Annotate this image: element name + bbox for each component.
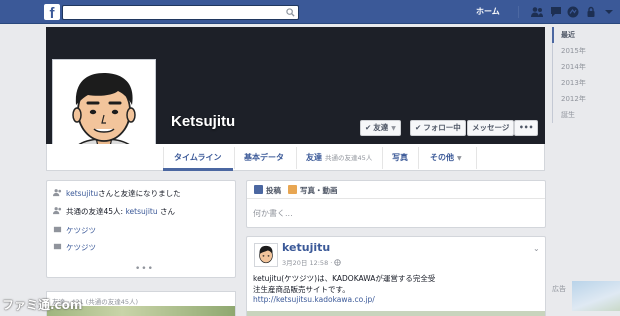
topbar-divider: [518, 6, 519, 18]
globe-icon: [334, 259, 342, 266]
friends-icon: [53, 207, 62, 215]
tab-friends[interactable]: 友達 共通の友達45人: [306, 152, 372, 163]
friend-link[interactable]: ketsujitu: [66, 189, 98, 198]
year-item[interactable]: 2015年: [553, 43, 620, 59]
message-button[interactable]: メッセージ: [467, 120, 515, 136]
following-button-label: フォロー中: [423, 123, 461, 132]
tab-friends-label: 友達: [306, 153, 322, 162]
post-body-line: 注生産商品販売サイトです。: [253, 285, 350, 294]
facebook-logo[interactable]: f: [44, 4, 60, 20]
top-navigation-bar: f ホーム: [0, 0, 620, 24]
check-icon: ✔: [415, 123, 422, 132]
tab-more[interactable]: その他 ▼: [430, 152, 462, 163]
settings-icon[interactable]: [602, 5, 616, 19]
check-icon: ✔: [365, 123, 372, 132]
notifications-icon[interactable]: [566, 5, 580, 19]
year-item[interactable]: 2013年: [553, 75, 620, 91]
activity-liked-page: ケツジツ: [53, 242, 96, 254]
post-link[interactable]: http://ketsujitsu.kadokawa.co.jp/: [253, 295, 375, 304]
post-timestamp[interactable]: 3月20日 12:58 ·: [282, 257, 342, 267]
post-image[interactable]: [247, 311, 545, 316]
search-input[interactable]: [63, 6, 283, 19]
composer-divider: [247, 198, 545, 199]
composer-tab-photo-label: 写真・動画: [300, 186, 338, 195]
chevron-down-icon[interactable]: ⌄: [533, 244, 540, 253]
activity-friendship: ketsujituさんと友達になりました: [53, 188, 181, 200]
tab-more-label: その他: [430, 153, 454, 162]
home-link[interactable]: ホーム: [476, 6, 500, 17]
page-icon: [53, 243, 62, 250]
messages-icon[interactable]: [549, 5, 563, 19]
active-tab-indicator: [163, 168, 233, 171]
friends-button-label: 友達: [373, 123, 389, 132]
tab-divider: [418, 147, 419, 169]
search-box: [62, 5, 299, 20]
timeline-year-list: 最近 2015年 2014年 2013年 2012年 誕生: [552, 27, 620, 123]
privacy-icon[interactable]: [584, 5, 598, 19]
composer-tab-post-label: 投稿: [266, 186, 281, 195]
search-icon[interactable]: [286, 8, 295, 17]
year-item[interactable]: 2014年: [553, 59, 620, 75]
post-date: 3月20日 12:58 ·: [282, 259, 335, 267]
post-author-avatar[interactable]: [254, 243, 278, 267]
watermark: ファミ通.com: [2, 298, 83, 312]
avatar-illustration: [255, 244, 277, 266]
post-author-name[interactable]: ketujitu: [282, 241, 330, 254]
post-body-line: ketujitu(ケツジツ)は、KADOKAWAが運営する完全受: [253, 274, 436, 283]
see-more-button[interactable]: •••: [135, 264, 154, 274]
composer-input[interactable]: 何か書く...: [253, 208, 293, 219]
tab-divider: [163, 147, 164, 169]
chevron-down-icon: ▼: [457, 155, 462, 162]
tab-about[interactable]: 基本データ: [244, 152, 284, 163]
page-icon: [53, 226, 62, 233]
year-item[interactable]: 2012年: [553, 91, 620, 107]
post-body: ketujitu(ケツジツ)は、KADOKAWAが運営する完全受 注生産商品販売サ…: [253, 273, 435, 295]
friendship-text: さんと友達になりました: [98, 189, 181, 198]
mutual-friend-link[interactable]: ketsujitu: [125, 207, 157, 216]
tab-timeline[interactable]: タイムライン: [174, 152, 221, 163]
more-options-button[interactable]: •••: [514, 120, 539, 136]
friends-icon: [53, 189, 62, 197]
page-link[interactable]: ケツジツ: [66, 243, 96, 252]
tab-divider: [296, 147, 297, 169]
mutual-friends-prefix: 共通の友達45人:: [66, 207, 126, 216]
year-item[interactable]: 最近: [552, 27, 620, 43]
tab-divider: [476, 147, 477, 169]
activity-mutual-friends: 共通の友達45人: ketsujitu さん: [53, 206, 175, 218]
photo-icon: [288, 185, 297, 194]
recent-activity-card: ketsujituさんと友達になりました 共通の友達45人: ketsujitu…: [46, 180, 236, 278]
friends-button[interactable]: ✔ 友達 ▼: [360, 120, 401, 136]
tab-divider: [382, 147, 383, 169]
tab-divider: [234, 147, 235, 169]
activity-liked-page: ケツジツ: [53, 225, 96, 237]
composer-tab-photo[interactable]: 写真・動画: [288, 185, 338, 196]
composer-tab-post[interactable]: 投稿: [254, 185, 281, 196]
following-button[interactable]: ✔ フォロー中: [410, 120, 466, 136]
tab-friends-count: 共通の友達45人: [325, 154, 373, 162]
friend-requests-icon[interactable]: [530, 5, 544, 19]
tab-photos[interactable]: 写真: [392, 152, 408, 163]
ads-label: 広告: [552, 285, 566, 293]
ad-thumbnail[interactable]: [572, 281, 620, 311]
edit-icon: [254, 185, 263, 194]
mutual-friends-suffix: さん: [157, 207, 176, 216]
chevron-down-icon: ▼: [391, 125, 396, 132]
year-item[interactable]: 誕生: [553, 107, 620, 123]
profile-name[interactable]: Ketsujitu: [171, 113, 235, 130]
page-link[interactable]: ケツジツ: [66, 226, 96, 235]
